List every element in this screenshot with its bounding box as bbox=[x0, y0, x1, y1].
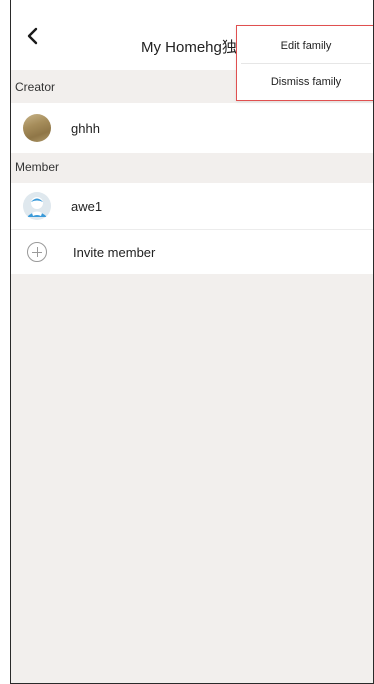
person-icon bbox=[23, 192, 51, 220]
creator-avatar bbox=[23, 114, 51, 142]
section-label-member: Member bbox=[15, 160, 60, 174]
menu-item-edit-family[interactable]: Edit family bbox=[237, 28, 373, 64]
back-button[interactable] bbox=[23, 26, 43, 46]
creator-name: ghhh bbox=[71, 120, 100, 136]
menu-item-dismiss-family[interactable]: Dismiss family bbox=[237, 64, 373, 100]
creator-row[interactable]: ghhh bbox=[11, 103, 373, 153]
chevron-left-icon bbox=[27, 27, 38, 45]
page-title: My Homehg独 bbox=[141, 39, 237, 56]
member-name: awe1 bbox=[71, 198, 103, 214]
member-row[interactable]: awe1 bbox=[11, 183, 373, 229]
invite-member-row[interactable]: Invite member bbox=[11, 230, 373, 274]
member-avatar bbox=[23, 192, 51, 220]
invite-member-label: Invite member bbox=[73, 244, 156, 260]
plus-circle-icon bbox=[27, 242, 47, 262]
app-screen: My Homehg独 Creator ghhh Member awe1 Invi… bbox=[10, 0, 374, 684]
options-popup-menu: Edit family Dismiss family bbox=[236, 25, 373, 101]
